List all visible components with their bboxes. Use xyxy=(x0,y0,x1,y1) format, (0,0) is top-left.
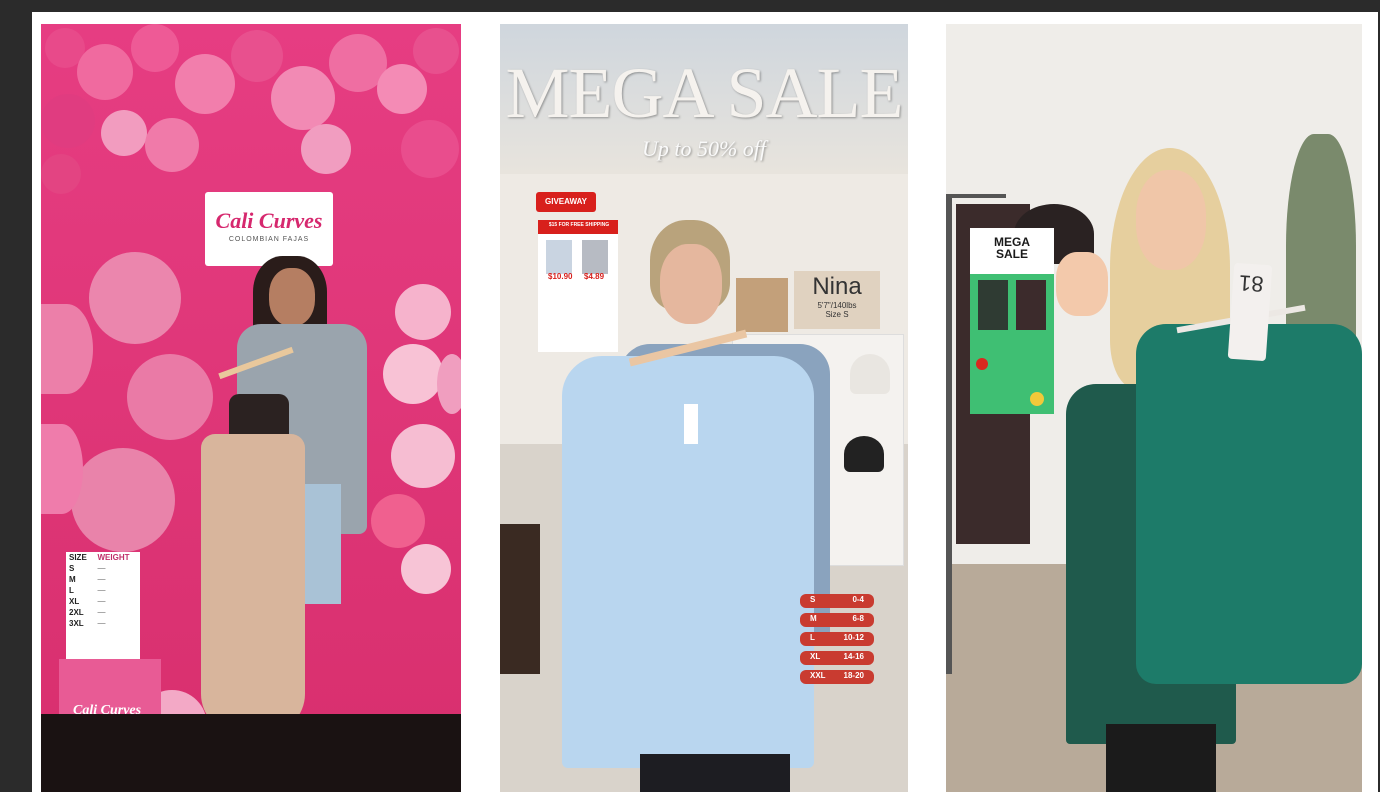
mega-sale-card: MEGA SALE xyxy=(970,228,1054,414)
mega-sale-line2: SALE xyxy=(995,247,1028,261)
model-size: Size S xyxy=(825,310,849,319)
clothing-rack-bar xyxy=(946,194,1006,198)
size-range: 14-16 xyxy=(843,652,864,661)
balloon xyxy=(89,252,181,344)
balloon xyxy=(437,354,461,414)
balloon xyxy=(145,118,199,172)
price-tag xyxy=(684,404,698,444)
balloon xyxy=(127,354,213,440)
model-name: Nina xyxy=(812,273,862,300)
balloon xyxy=(41,304,93,394)
size-row: L 10-12 xyxy=(800,632,874,646)
green-blouse xyxy=(1136,324,1362,684)
size-range: 0-4 xyxy=(852,595,864,604)
mega-sale-header: MEGA SALE xyxy=(970,228,1054,274)
gift-icon xyxy=(976,358,988,370)
brand-logo-subtext: COLOMBIAN FAJAS xyxy=(228,236,310,243)
balloon xyxy=(41,154,81,194)
hang-tag: 81 xyxy=(1227,262,1273,362)
size-label: S xyxy=(810,595,816,604)
video-panel-2[interactable]: MEGA SALE Up to 50% off Nina 5'7"/140lbs… xyxy=(500,24,908,792)
alarm-clock-icon xyxy=(1030,392,1044,406)
side-cabinet xyxy=(500,524,540,674)
size-label: L xyxy=(810,633,815,642)
balloon xyxy=(175,54,235,114)
balloon xyxy=(71,448,175,552)
floor xyxy=(41,714,461,792)
size-range: 10-12 xyxy=(843,633,864,642)
sale-subtitle: Up to 50% off xyxy=(641,136,767,161)
brand-logo: Cali Curves COLOMBIAN FAJAS xyxy=(205,192,333,266)
sale-title: MEGA SALE xyxy=(505,53,903,133)
model-info-tag: Nina 5'7"/140lbs Size S xyxy=(794,271,880,329)
tote-bag xyxy=(736,278,788,332)
size-label: XL xyxy=(69,597,80,606)
size-chart: SIZE WEIGHT S — M — L — XL — 2XL — 3XL — xyxy=(66,552,140,660)
handbag-white xyxy=(850,354,890,394)
balloon xyxy=(131,24,179,72)
person-boots xyxy=(1106,724,1216,792)
product-thumb xyxy=(582,240,608,274)
person-face xyxy=(1136,170,1206,270)
person-pants xyxy=(640,754,790,792)
size-label: M xyxy=(69,575,76,584)
size-range: 18-20 xyxy=(843,671,864,680)
balloon xyxy=(271,66,335,130)
promo-price: $4.89 xyxy=(584,272,605,281)
person-face xyxy=(660,244,722,324)
size-row: XL 14-16 xyxy=(800,651,874,665)
balloon xyxy=(413,28,459,74)
balloon xyxy=(101,110,147,156)
video-grid: Cali Curves COLOMBIAN FAJAS SIZE WEIGHT S… xyxy=(32,12,1378,792)
balloon xyxy=(41,94,95,148)
person-face xyxy=(269,268,315,326)
hang-tag-text: 81 xyxy=(1238,270,1265,297)
garment-bodysuit xyxy=(201,434,305,734)
size-label: M xyxy=(810,614,817,623)
size-row: XXL 18-20 xyxy=(800,670,874,684)
size-row: S 0-4 xyxy=(800,594,874,608)
promo-header: $15 FOR FREE SHIPPING xyxy=(548,222,610,228)
size-label: S xyxy=(69,564,75,573)
balloon xyxy=(383,344,443,404)
person-hand xyxy=(1056,252,1108,316)
balloon xyxy=(231,30,283,82)
product-thumb xyxy=(978,280,1008,330)
size-row: M 6-8 xyxy=(800,613,874,627)
balloon xyxy=(395,284,451,340)
size-label: XXL xyxy=(810,671,826,680)
product-thumb xyxy=(546,240,572,274)
balloon xyxy=(401,544,451,594)
weight-header: WEIGHT xyxy=(97,553,130,562)
video-panel-3[interactable]: MEGA SALE 81 xyxy=(946,24,1362,792)
promo-price: $10.90 xyxy=(548,272,573,281)
size-range: 6-8 xyxy=(852,614,864,623)
video-panel-1[interactable]: Cali Curves COLOMBIAN FAJAS SIZE WEIGHT S… xyxy=(41,24,461,792)
balloon xyxy=(77,44,133,100)
balloon xyxy=(371,494,425,548)
size-label: L xyxy=(69,586,74,595)
clothing-rack xyxy=(946,194,952,674)
size-header: SIZE xyxy=(69,553,87,562)
balloon xyxy=(41,424,83,514)
size-label: 2XL xyxy=(69,608,84,617)
balloon xyxy=(377,64,427,114)
balloon xyxy=(301,124,351,174)
product-thumb xyxy=(1016,280,1046,330)
promo-card xyxy=(538,220,618,352)
size-label: XL xyxy=(810,652,821,661)
handbag-black xyxy=(844,436,884,472)
size-label: 3XL xyxy=(69,619,84,628)
giveaway-badge: GIVEAWAY xyxy=(536,192,596,212)
balloon xyxy=(401,120,459,178)
balloon xyxy=(391,424,455,488)
brand-logo-text: Cali Curves xyxy=(215,208,323,233)
model-stats: 5'7"/140lbs xyxy=(817,301,857,310)
